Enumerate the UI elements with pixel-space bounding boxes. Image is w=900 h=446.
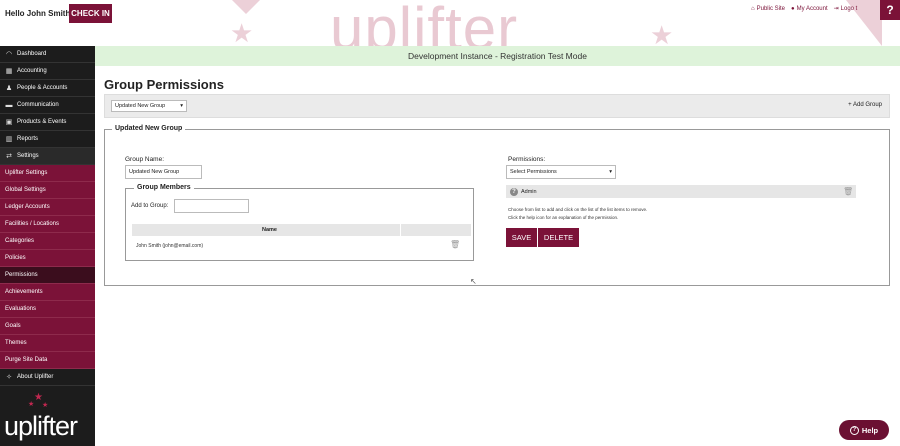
members-table-header: Name — [132, 224, 471, 236]
add-to-group-input[interactable] — [174, 199, 249, 213]
public-site-link[interactable]: ⌂ Public Site — [751, 5, 785, 12]
sidebar-subitem-policies[interactable]: Policies — [0, 250, 95, 267]
group-members-legend: Group Members — [134, 184, 194, 191]
top-header: ★ ★ uplifter Hello John Smith CHECK IN ⌂… — [0, 0, 900, 46]
decor-triangle — [232, 0, 260, 14]
sidebar-subitem-global-settings[interactable]: Global Settings — [0, 182, 95, 199]
sparkle-icon: ✧ — [6, 374, 12, 381]
help-question-icon[interactable]: ? — [510, 187, 518, 196]
reports-icon: ▥ — [5, 136, 13, 143]
assigned-permission-admin[interactable]: ? Admin — [506, 185, 856, 198]
people-icon: ♟ — [5, 85, 13, 92]
sidebar-subitem-evaluations[interactable]: Evaluations — [0, 301, 95, 318]
logout-link[interactable]: ⇥ Logo t — [833, 5, 858, 13]
sidebar-item-communication[interactable]: ▬ Communication — [0, 97, 95, 114]
sidebar-subitem-facilities[interactable]: Facilities / Locations — [0, 216, 95, 233]
help-text-explain: Click the help icon for an explanation o… — [508, 215, 619, 220]
header-watermark: uplifter — [330, 0, 519, 46]
uplifter-logo: ★ ★ ★ uplifter — [4, 392, 78, 441]
chevron-down-icon: ▾ — [180, 103, 183, 109]
my-account-link[interactable]: ● My Account — [791, 5, 828, 12]
sidebar-item-people[interactable]: ♟ People & Accounts — [0, 80, 95, 97]
sidebar-subitem-achievements[interactable]: Achievements — [0, 284, 95, 301]
dashboard-icon: ◠ — [5, 51, 13, 58]
sidebar-item-products[interactable]: ▣ Products & Events — [0, 114, 95, 131]
help-button[interactable]: ? Help — [839, 420, 889, 440]
user-icon: ● — [790, 5, 795, 12]
column-divider — [400, 224, 401, 236]
column-name: Name — [262, 227, 277, 233]
decor-star-icon: ★ — [230, 18, 254, 46]
add-to-group-label: Add to Group: — [131, 203, 169, 209]
help-circle-icon: ? — [849, 425, 859, 435]
group-fieldset: Updated New Group Group Name: Updated Ne… — [104, 125, 890, 286]
add-group-button[interactable]: + Add Group — [848, 102, 882, 108]
page-title: Group Permissions — [104, 77, 224, 92]
logo-star-icon: ★ — [42, 402, 49, 409]
dev-instance-banner: Development Instance - Registration Test… — [95, 46, 900, 66]
mouse-cursor-icon: ↖ — [470, 277, 477, 286]
group-toolbar: Updated New Group ▾ + Add Group — [104, 94, 890, 118]
communication-icon: ▬ — [5, 101, 13, 109]
sidebar-subitem-uplifter-settings[interactable]: Uplifter Settings — [0, 165, 95, 182]
delete-button[interactable]: DELETE — [538, 228, 579, 247]
sidebar-item-about[interactable]: ✧ About Uplifter — [0, 369, 95, 386]
logout-icon: ⇥ — [833, 6, 839, 12]
chevron-down-icon: ▾ — [609, 169, 612, 175]
remove-member-trash-icon[interactable]: 🗑 — [450, 240, 460, 249]
sidebar-subitem-categories[interactable]: Categories — [0, 233, 95, 250]
group-fieldset-legend: Updated New Group — [112, 125, 186, 132]
permissions-select[interactable]: Select Permissions ▾ — [506, 165, 616, 179]
accounting-icon: ▦ — [5, 68, 13, 75]
products-icon: ▣ — [5, 119, 13, 126]
sidebar-subitem-ledger-accounts[interactable]: Ledger Accounts — [0, 199, 95, 216]
sidebar-subitem-purge-site-data[interactable]: Purge Site Data — [0, 352, 95, 369]
group-select[interactable]: Updated New Group ▾ — [111, 100, 187, 112]
sidebar-item-reports[interactable]: ▥ Reports — [0, 131, 95, 148]
sidebar-item-settings[interactable]: ⇄ Settings — [0, 148, 95, 165]
permissions-label: Permissions: — [508, 156, 546, 163]
settings-icon: ⇄ — [6, 153, 12, 160]
decor-star-icon: ★ — [650, 20, 674, 46]
save-button[interactable]: SAVE — [506, 228, 537, 247]
help-question-button[interactable]: ? — [880, 0, 900, 20]
sidebar-item-accounting[interactable]: ▦ Accounting — [0, 63, 95, 80]
check-in-button[interactable]: CHECK IN — [69, 4, 112, 23]
help-text-remove: Choose from list to add and click on the… — [508, 207, 648, 212]
sidebar-subitem-goals[interactable]: Goals — [0, 318, 95, 335]
home-icon: ⌂ — [751, 5, 755, 12]
sidebar-item-dashboard[interactable]: ◠ Dashboard — [0, 46, 95, 63]
sidebar: ◠ Dashboard ▦ Accounting ♟ People & Account… — [0, 46, 95, 446]
table-row: John Smith (john@email.com) — [136, 243, 204, 249]
remove-permission-trash-icon[interactable]: 🗑 — [843, 187, 853, 196]
sidebar-subitem-permissions[interactable]: Permissions — [0, 267, 95, 284]
logo-star-icon: ★ — [28, 401, 35, 408]
greeting: Hello John Smith — [5, 9, 71, 18]
sidebar-subitem-themes[interactable]: Themes — [0, 335, 95, 352]
group-name-label: Group Name: — [125, 156, 165, 163]
top-links: ⌂ Public Site ● My Account ⇥ Logo t — [751, 5, 858, 13]
group-members-fieldset: Group Members Add to Group: Name John Sm… — [125, 184, 474, 261]
group-name-input[interactable]: Updated New Group — [125, 165, 202, 179]
